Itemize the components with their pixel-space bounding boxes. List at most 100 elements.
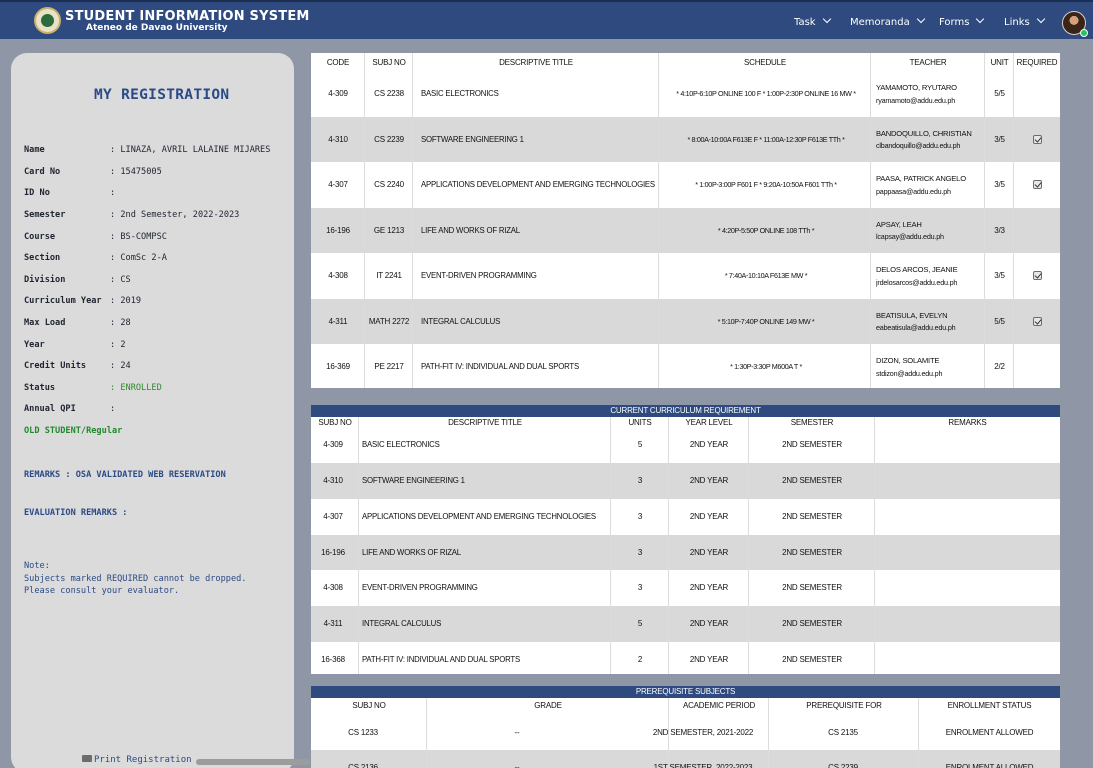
semester-value: 2ND SEMESTER: [782, 654, 842, 664]
column-divider: [358, 417, 359, 674]
column-divider: [1013, 53, 1014, 388]
curriculum-table: SUBJ NO DESCRIPTIVE TITLE UNITS YEAR LEVEL S…: [311, 417, 1060, 674]
column-header: REMARKS: [948, 417, 987, 427]
units-value: 5: [637, 440, 643, 450]
table-row: 4-308 IT 2241 EVENT-DRIVEN PROGRAMMING * 7:…: [311, 253, 1060, 299]
table-header-row: SUBJ NO GRADE ACADEMIC PERIOD PREREQUISITE …: [311, 698, 1060, 712]
column-header: DESCRIPTIVE TITLE: [448, 417, 522, 427]
semester-value: 2ND SEMESTER: [782, 619, 842, 629]
column-divider: [748, 417, 749, 674]
subject-number: PE 2217: [374, 362, 404, 372]
info-row: Card No: 15475005: [24, 167, 162, 181]
registration-panel: MY REGISTRATION Name: LINAZA, AVRIL LALA…: [11, 53, 294, 768]
table-row: 16-196 GE 1213 LIFE AND WORKS OF RIZAL * 4:…: [311, 207, 1060, 254]
teacher-email: jrdelosarcos@addu.edu.ph: [876, 277, 958, 287]
descriptive-title: BASIC ELECTRONICS: [362, 440, 440, 450]
required-checkbox[interactable]: [1032, 316, 1042, 326]
info-value: :: [110, 404, 116, 414]
nav-task[interactable]: Task: [794, 14, 831, 28]
teacher-name: BEATISULA, EVELYN: [876, 310, 948, 320]
info-row: Division: CS: [24, 275, 131, 289]
column-header: REQUIRED: [1016, 57, 1058, 67]
info-value: : BS-COMPSC: [110, 232, 167, 242]
info-label: ID No: [24, 188, 50, 198]
teacher-cell: DIZON, SOLAMITE stdizon@addu.edu.ph: [876, 355, 988, 380]
info-value: : 2019: [110, 296, 142, 306]
university-logo-icon[interactable]: [34, 7, 61, 34]
info-value: : ENROLLED: [110, 383, 162, 393]
enrollment-status: ENROLMENT ALLOWED: [945, 763, 1034, 768]
table-row: 16-368 PATH-FIT IV: INDIVIDUAL AND DUAL S…: [311, 642, 1060, 678]
remarks-value: [875, 570, 1060, 606]
table-row: 4-309 BASIC ELECTRONICS 5 2ND YEAR 2ND SEMES…: [311, 427, 1060, 463]
column-divider: [668, 698, 669, 768]
descriptive-title: SOFTWARE ENGINEERING 1: [362, 476, 465, 486]
table-row: 4-310 CS 2239 SOFTWARE ENGINEERING 1 * 8:00…: [311, 116, 1060, 162]
teacher-cell: BANDOQUILLO, CHRISTIAN clbandoquillo@addu…: [876, 128, 988, 153]
table-row: 16-369 PE 2217 PATH-FIT IV: INDIVIDUAL AND…: [311, 344, 1060, 390]
page-title: MY REGISTRATION: [94, 87, 230, 103]
info-value: : 24: [110, 361, 131, 371]
info-row: Annual QPI:: [24, 404, 115, 418]
info-label: Max Load: [24, 318, 66, 328]
descriptive-title: INTEGRAL CALCULUS: [421, 316, 501, 326]
year-level: 2ND YEAR: [689, 619, 729, 629]
info-value: : LINAZA, AVRIL LALAINE MIJARES: [110, 145, 271, 155]
column-header: DESCRIPTIVE TITLE: [499, 57, 573, 67]
units-value: 3: [637, 583, 643, 593]
nav-forms[interactable]: Forms: [939, 14, 985, 28]
teacher-name: YAMAMOTO, RYUTARO: [876, 83, 957, 92]
teacher-email: stdizon@addu.edu.ph: [876, 368, 943, 378]
units-value: 3: [637, 511, 643, 521]
unit-value: 3/5: [994, 134, 1005, 144]
remarks-text: REMARKS : OSA VALIDATED WEB RESERVATION: [24, 470, 226, 480]
column-header: SUBJ NO: [372, 57, 406, 67]
info-value: :: [110, 188, 116, 198]
remarks-value: [875, 427, 1060, 463]
descriptive-title: PATH-FIT IV: INDIVIDUAL AND DUAL SPORTS: [362, 654, 520, 664]
subject-number: 4-308: [323, 583, 343, 593]
required-checkbox[interactable]: [1032, 134, 1042, 144]
table-row: CS 2136 -- 1ST SEMESTER, 2022-2023 CS 2239 E…: [311, 750, 1060, 768]
column-header: ENROLLMENT STATUS: [947, 700, 1032, 710]
subject-code: 4-311: [328, 316, 348, 326]
table-row: 4-309 CS 2238 BASIC ELECTRONICS * 4:10P-6:1…: [311, 71, 1060, 117]
subject-number: 4-310: [323, 476, 343, 486]
subject-number: 16-196: [321, 547, 345, 557]
column-divider: [412, 53, 413, 388]
top-navbar: STUDENT INFORMATION SYSTEM Ateneo de Dav…: [0, 0, 1093, 39]
semester-value: 2ND SEMESTER: [782, 547, 842, 557]
evaluation-remarks-text: EVALUATION REMARKS :: [24, 508, 128, 518]
table-row: 4-307 APPLICATIONS DEVELOPMENT AND EMERGI…: [311, 499, 1060, 535]
chevron-down-icon: [916, 14, 925, 24]
table-row: 4-307 CS 2240 APPLICATIONS DEVELOPMENT AND…: [311, 162, 1060, 208]
info-label: Division: [24, 275, 66, 285]
nav-links[interactable]: Links: [1004, 14, 1045, 28]
column-header: SCHEDULE: [744, 57, 786, 67]
info-row: Section: ComSc 2-A: [24, 253, 167, 267]
required-checkbox[interactable]: [1032, 180, 1042, 190]
table-row: 4-308 EVENT-DRIVEN PROGRAMMING 3 2ND YEAR 2N…: [311, 570, 1060, 606]
column-header: TEACHER: [909, 57, 947, 67]
horizontal-scrollbar[interactable]: [196, 759, 310, 765]
table-header-row: CODE SUBJ NO DESCRIPTIVE TITLE SCHEDULE TEAC…: [311, 53, 1060, 71]
schedule-text: * 1:00P-3:00P F601 F * 9:20A-10:50A F601…: [695, 180, 837, 190]
teacher-email: eabeatisula@addu.edu.ph: [876, 323, 956, 332]
schedule-text: * 5:10P-7:40P ONLINE 149 MW *: [717, 316, 815, 326]
required-checkbox[interactable]: [1032, 271, 1042, 281]
column-divider: [658, 53, 659, 388]
column-header: CODE: [326, 57, 350, 67]
teacher-cell: DELOS ARCOS, JEANIE jrdelosarcos@addu.edu…: [876, 264, 988, 289]
subject-number: CS 2239: [374, 134, 404, 144]
subject-code: 4-307: [328, 180, 348, 190]
semester-value: 2ND SEMESTER: [782, 476, 842, 486]
required-cell: [1014, 344, 1060, 390]
print-registration-link[interactable]: Print Registration: [82, 755, 192, 765]
nav-memoranda[interactable]: Memoranda: [850, 14, 925, 28]
column-divider: [984, 53, 985, 388]
units-value: 3: [637, 476, 643, 486]
info-row: Semester: 2nd Semester, 2022-2023: [24, 210, 239, 224]
year-level: 2ND YEAR: [689, 476, 729, 486]
required-cell: [1014, 208, 1060, 254]
table-row: 4-311 INTEGRAL CALCULUS 5 2ND YEAR 2ND SEMES…: [311, 606, 1060, 642]
